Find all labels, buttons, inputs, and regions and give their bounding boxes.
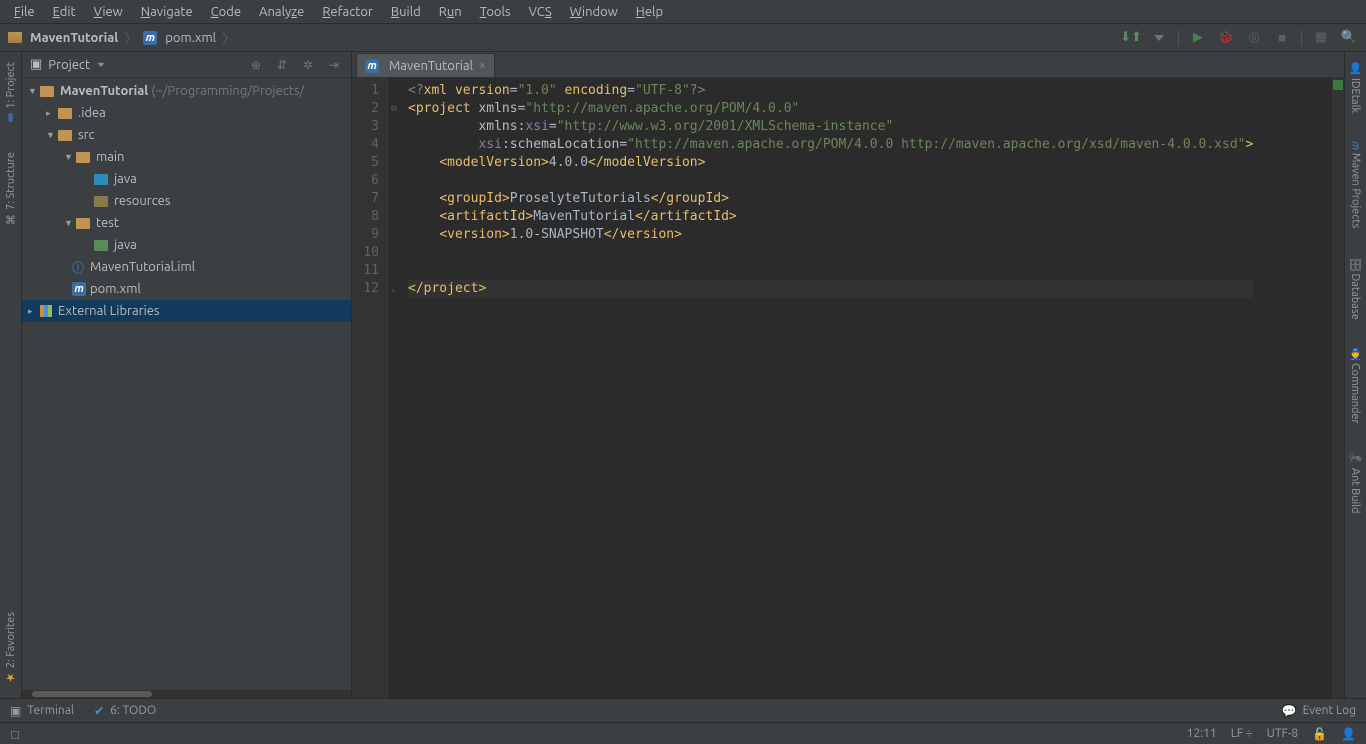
tree-test-java[interactable]: ▸java <box>22 234 351 256</box>
folder-icon <box>76 152 90 163</box>
settings-icon[interactable]: ✲ <box>299 56 317 74</box>
source-folder-icon <box>94 174 108 185</box>
menu-tools[interactable]: Tools <box>472 3 519 21</box>
line-numbers: 123456789101112 <box>352 78 388 698</box>
navigation-bar: MavenTutorial 〉 m pom.xml 〉 ⬇⬆ ▶ 🐞 ◎ ■ ▦… <box>0 24 1366 52</box>
resources-folder-icon <box>94 196 108 207</box>
coverage-icon[interactable]: ◎ <box>1245 29 1263 47</box>
folder-icon <box>76 218 90 229</box>
project-panel: ▣ Project ⊕ ⇵ ✲ ⇥ ▼ MavenTutorial (~/Pro… <box>22 52 352 698</box>
maven-icon: m <box>143 31 157 45</box>
tree-main[interactable]: ▼main <box>22 146 351 168</box>
stop-icon[interactable]: ■ <box>1273 29 1291 47</box>
folder-icon <box>40 86 54 97</box>
tool-structure[interactable]: ⌘ 7: Structure <box>4 148 17 229</box>
project-panel-title[interactable]: Project <box>48 58 90 72</box>
collapse-icon[interactable]: ⊕ <box>247 56 265 74</box>
project-scrollbar[interactable] <box>22 690 351 698</box>
menu-analyze[interactable]: Analyze <box>251 3 312 21</box>
toggle-tools-icon[interactable]: ◻ <box>6 725 24 743</box>
hide-icon[interactable]: ⇥ <box>325 56 343 74</box>
folder-icon <box>58 130 72 141</box>
menu-edit[interactable]: Edit <box>45 3 84 21</box>
close-tab-icon[interactable]: × <box>479 59 486 72</box>
line-separator[interactable]: LF ÷ <box>1231 727 1253 740</box>
libraries-icon <box>40 305 52 317</box>
tool-terminal[interactable]: ▣ Terminal <box>10 704 74 718</box>
fold-gutter[interactable]: ⊟⌞ <box>388 78 400 698</box>
breadcrumb-root[interactable]: MavenTutorial <box>30 31 118 45</box>
menu-navigate[interactable]: Navigate <box>133 3 201 21</box>
folder-icon <box>8 32 22 43</box>
caret-position[interactable]: 12:11 <box>1187 727 1217 740</box>
right-tool-stripe: 👤 IDEtalk m Maven Projects 🗄 Database 👮 … <box>1344 52 1366 698</box>
menu-view[interactable]: View <box>86 3 131 21</box>
editor-area: m MavenTutorial × 123456789101112 ⊟⌞ <?x… <box>352 52 1344 698</box>
menu-window[interactable]: Window <box>562 3 626 21</box>
tree-main-java[interactable]: ▸java <box>22 168 351 190</box>
menu-file[interactable]: File <box>6 3 43 21</box>
file-encoding[interactable]: UTF-8 <box>1267 727 1298 740</box>
maven-icon: m <box>72 282 86 296</box>
left-tool-stripe: ▮ 1: Project ⌘ 7: Structure ★ 2: Favorit… <box>0 52 22 698</box>
editor-scrollbar[interactable] <box>1332 78 1344 698</box>
lock-icon[interactable]: 🔓 <box>1312 727 1327 741</box>
project-tree[interactable]: ▼ MavenTutorial (~/Programming/Projects/… <box>22 78 351 690</box>
debug-icon[interactable]: 🐞 <box>1217 29 1235 47</box>
tool-idetalk[interactable]: 👤 IDEtalk <box>1349 58 1362 117</box>
menu-vcs[interactable]: VCS <box>521 3 560 21</box>
menu-code[interactable]: Code <box>203 3 249 21</box>
project-structure-icon[interactable]: ▦ <box>1312 29 1330 47</box>
tree-resources[interactable]: ▸resources <box>22 190 351 212</box>
tree-idea[interactable]: ▸.idea <box>22 102 351 124</box>
folder-icon <box>58 108 72 119</box>
breadcrumb-file[interactable]: pom.xml <box>165 31 216 45</box>
tree-test[interactable]: ▼test <box>22 212 351 234</box>
tool-favorites[interactable]: ★ 2: Favorites <box>4 608 17 688</box>
tool-maven[interactable]: m Maven Projects <box>1350 137 1362 232</box>
tool-project[interactable]: ▮ 1: Project <box>4 58 17 128</box>
tool-database[interactable]: 🗄 Database <box>1349 253 1362 324</box>
make-icon[interactable]: ⬇⬆ <box>1122 29 1140 47</box>
tool-eventlog[interactable]: 💬 Event Log <box>1282 704 1356 718</box>
tool-antbuild[interactable]: 🐜 Ant Build <box>1349 448 1362 517</box>
main-menu-bar: File Edit View Navigate Code Analyze Ref… <box>0 0 1366 24</box>
menu-help[interactable]: Help <box>628 3 671 21</box>
menu-refactor[interactable]: Refactor <box>314 3 381 21</box>
tree-pom[interactable]: ▸mpom.xml <box>22 278 351 300</box>
menu-run[interactable]: Run <box>431 3 470 21</box>
run-icon[interactable]: ▶ <box>1189 29 1207 47</box>
dropdown-icon[interactable] <box>98 62 105 66</box>
code-editor[interactable]: <?xml version="1.0" encoding="UTF-8"?> <… <box>400 78 1261 698</box>
config-dropdown[interactable] <box>1150 29 1168 47</box>
editor-tab[interactable]: m MavenTutorial × <box>356 53 495 77</box>
breadcrumb[interactable]: MavenTutorial 〉 m pom.xml 〉 <box>8 28 237 47</box>
project-view-icon: ▣ <box>30 57 42 72</box>
tree-external-libs[interactable]: ▸External Libraries <box>22 300 351 322</box>
tool-commander[interactable]: 👮 Commander <box>1349 343 1362 428</box>
tree-root[interactable]: ▼ MavenTutorial (~/Programming/Projects/ <box>22 80 351 102</box>
scroll-icon[interactable]: ⇵ <box>273 56 291 74</box>
editor-tabs: m MavenTutorial × <box>352 52 1344 78</box>
tree-src[interactable]: ▼src <box>22 124 351 146</box>
menu-build[interactable]: Build <box>383 3 429 21</box>
hector-icon[interactable]: 👤 <box>1341 727 1356 741</box>
bottom-tool-stripe: ▣ Terminal ✔ 6: TODO 💬 Event Log <box>0 698 1366 722</box>
status-bar: ◻ 12:11 LF ÷ UTF-8 🔓 👤 <box>0 722 1366 744</box>
test-folder-icon <box>94 240 108 251</box>
tool-todo[interactable]: ✔ 6: TODO <box>94 704 156 718</box>
tree-iml[interactable]: ▸ⓘMavenTutorial.iml <box>22 256 351 278</box>
search-icon[interactable]: 🔍 <box>1340 29 1358 47</box>
iml-icon: ⓘ <box>72 259 84 276</box>
analysis-marker <box>1333 80 1343 90</box>
maven-icon: m <box>365 59 379 73</box>
